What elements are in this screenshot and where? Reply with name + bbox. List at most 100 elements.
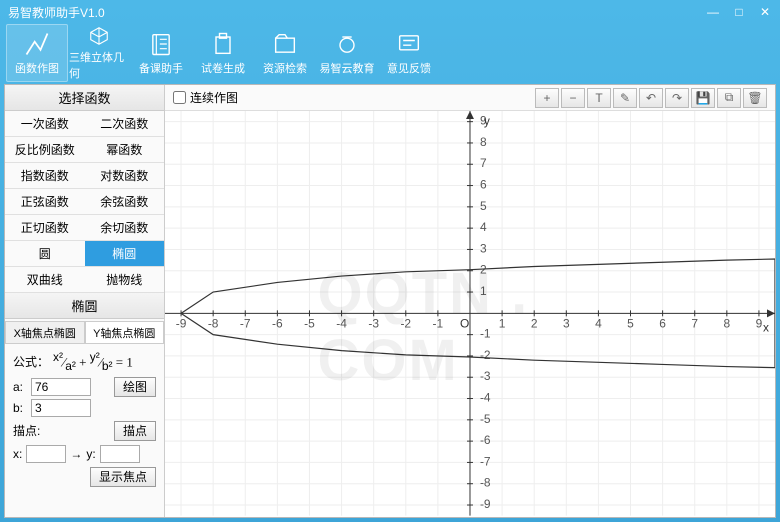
maximize-button[interactable]: □ [732, 5, 746, 19]
title-bar: 易智教师助手V1.0 — □ ✕ [0, 0, 780, 24]
function-2[interactable]: 反比例函数 [5, 137, 85, 163]
cloud-icon [333, 30, 361, 58]
svg-text:4: 4 [595, 316, 602, 330]
arrow-icon: → [70, 447, 82, 461]
svg-text:4: 4 [480, 220, 487, 234]
function-1[interactable]: 二次函数 [85, 111, 165, 137]
toolbar-res[interactable]: 资源检索 [254, 24, 316, 82]
feedback-icon [395, 30, 423, 58]
svg-text:3: 3 [563, 316, 570, 330]
function-13[interactable]: 抛物线 [85, 267, 165, 293]
svg-text:2: 2 [531, 316, 538, 330]
svg-text:5: 5 [480, 199, 487, 213]
toolbar-fn-plot[interactable]: 函数作图 [6, 24, 68, 82]
svg-text:O: O [460, 316, 469, 330]
cross-add-icon[interactable]: + [535, 88, 559, 108]
svg-text:-4: -4 [480, 391, 491, 405]
svg-text:1: 1 [480, 284, 487, 298]
3d-geom-icon [85, 25, 113, 47]
svg-text:6: 6 [480, 178, 487, 192]
plot-point-button[interactable]: 描点 [114, 421, 156, 441]
ellipse-section-header: 椭圆 [5, 293, 164, 319]
toolbar-3d-geom[interactable]: 三维立体几何 [68, 24, 130, 82]
function-8[interactable]: 正切函数 [5, 215, 85, 241]
y-input[interactable] [100, 445, 140, 463]
svg-text:-6: -6 [272, 316, 283, 330]
toolbar-prep[interactable]: 备课助手 [130, 24, 192, 82]
pencil-icon[interactable]: ✎ [613, 88, 637, 108]
svg-text:2: 2 [480, 263, 487, 277]
function-9[interactable]: 余切函数 [85, 215, 165, 241]
svg-text:-6: -6 [480, 433, 491, 447]
sidebar: 选择函数 一次函数二次函数反比例函数幂函数指数函数对数函数正弦函数余弦函数正切函… [5, 85, 165, 517]
tab-x-focus[interactable]: X轴焦点椭圆 [5, 321, 85, 343]
continuous-checkbox-wrap[interactable]: 连续作图 [173, 89, 238, 106]
function-6[interactable]: 正弦函数 [5, 189, 85, 215]
redo-icon[interactable]: ↷ [665, 88, 689, 108]
svg-text:x: x [763, 320, 769, 334]
canvas-tools: +−T✎↶↷💾⧉🗑 [535, 88, 767, 108]
function-11[interactable]: 椭圆 [85, 241, 165, 267]
y-label: y: [86, 447, 95, 461]
minimize-button[interactable]: — [706, 5, 720, 19]
show-focus-button[interactable]: 显示焦点 [90, 467, 156, 487]
svg-text:8: 8 [480, 135, 487, 149]
svg-text:-2: -2 [480, 348, 491, 362]
continuous-label: 连续作图 [190, 89, 238, 106]
toolbar-cloud[interactable]: 易智云教育 [316, 24, 378, 82]
formula-display: x²⁄a² + y²⁄b² = 1 [53, 350, 133, 373]
exam-icon [209, 30, 237, 58]
formula-label: 公式： [13, 353, 49, 370]
function-3[interactable]: 幂函数 [85, 137, 165, 163]
function-7[interactable]: 余弦函数 [85, 189, 165, 215]
svg-text:-3: -3 [480, 369, 491, 383]
svg-text:5: 5 [627, 316, 634, 330]
app-title: 易智教师助手V1.0 [8, 4, 706, 21]
delete-icon[interactable]: 🗑 [743, 88, 767, 108]
main-toolbar: 函数作图三维立体几何备课助手试卷生成资源检索易智云教育意见反馈 [0, 24, 780, 82]
svg-text:-9: -9 [480, 497, 491, 511]
select-function-header: 选择函数 [5, 85, 164, 111]
function-0[interactable]: 一次函数 [5, 111, 85, 137]
svg-text:6: 6 [659, 316, 666, 330]
svg-text:-9: -9 [176, 316, 187, 330]
svg-text:8: 8 [723, 316, 730, 330]
svg-text:3: 3 [480, 241, 487, 255]
save-icon[interactable]: 💾 [691, 88, 715, 108]
b-input[interactable] [31, 399, 91, 417]
text-icon[interactable]: T [587, 88, 611, 108]
function-10[interactable]: 圆 [5, 241, 85, 267]
svg-text:-3: -3 [368, 316, 379, 330]
draw-button[interactable]: 绘图 [114, 377, 156, 397]
svg-text:1: 1 [499, 316, 506, 330]
toolbar-exam[interactable]: 试卷生成 [192, 24, 254, 82]
svg-text:-7: -7 [240, 316, 251, 330]
tab-y-focus[interactable]: Y轴焦点椭圆 [85, 321, 165, 343]
svg-text:-5: -5 [480, 412, 491, 426]
fn-plot-icon [23, 30, 51, 58]
plot-point-label: 描点: [13, 422, 40, 439]
svg-text:-1: -1 [433, 316, 444, 330]
undo-icon[interactable]: ↶ [639, 88, 663, 108]
cross-remove-icon[interactable]: − [561, 88, 585, 108]
svg-text:-7: -7 [480, 454, 491, 468]
function-12[interactable]: 双曲线 [5, 267, 85, 293]
close-button[interactable]: ✕ [758, 5, 772, 19]
x-input[interactable] [26, 445, 66, 463]
function-grid: 一次函数二次函数反比例函数幂函数指数函数对数函数正弦函数余弦函数正切函数余切函数… [5, 111, 164, 293]
plot-svg[interactable]: -9-8-7-6-5-4-3-2-1123456789-9-8-7-6-5-4-… [165, 111, 775, 516]
a-label: a: [13, 380, 27, 394]
svg-text:7: 7 [691, 316, 698, 330]
continuous-checkbox[interactable] [173, 91, 186, 104]
svg-text:-8: -8 [480, 476, 491, 490]
copy-icon[interactable]: ⧉ [717, 88, 741, 108]
function-4[interactable]: 指数函数 [5, 163, 85, 189]
svg-text:-4: -4 [336, 316, 347, 330]
canvas-topstrip: 连续作图 +−T✎↶↷💾⧉🗑 [165, 85, 775, 111]
main-area: 选择函数 一次函数二次函数反比例函数幂函数指数函数对数函数正弦函数余弦函数正切函… [4, 84, 776, 518]
a-input[interactable] [31, 378, 91, 396]
toolbar-feedback[interactable]: 意见反馈 [378, 24, 440, 82]
svg-text:-1: -1 [480, 327, 491, 341]
focus-tab-row: X轴焦点椭圆 Y轴焦点椭圆 [5, 319, 164, 344]
function-5[interactable]: 对数函数 [85, 163, 165, 189]
